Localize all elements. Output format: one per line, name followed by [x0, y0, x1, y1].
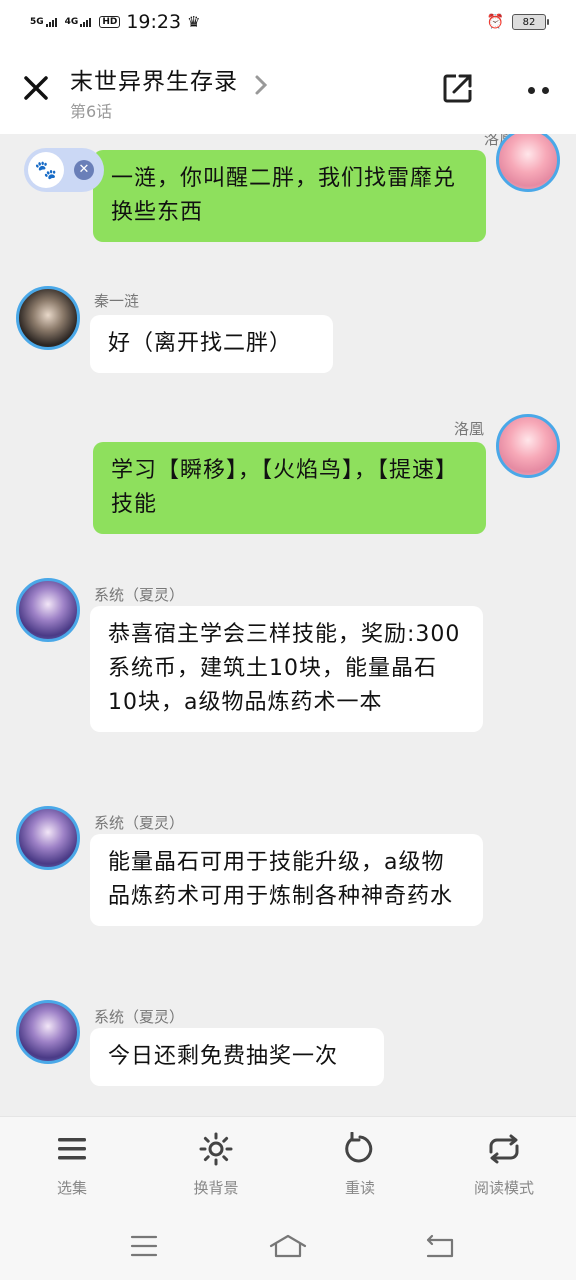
- status-bar: 5G 4G HD 19:23 ♛ ⏰ 82: [0, 0, 576, 44]
- paw-icon: 🐾: [28, 152, 64, 188]
- episode-label: 第6话: [70, 102, 113, 121]
- hd-badge: HD: [99, 16, 121, 28]
- signal-4g: 4G: [65, 17, 92, 27]
- sender-name: 洛凰: [453, 420, 484, 438]
- more-dot: [541, 86, 549, 94]
- sender-name: 秦一涟: [94, 292, 140, 310]
- app-header: 末世异界生存录 第6话: [0, 44, 576, 134]
- avatar[interactable]: [16, 286, 80, 350]
- message-bubble: 好（离开找二胖）: [90, 315, 333, 373]
- list-icon: [17, 1131, 127, 1167]
- menu-nav-button[interactable]: [124, 1226, 164, 1266]
- chat-message: 系统（夏灵） 今日还剩免费抽奖一次: [0, 1000, 576, 1100]
- loop-icon: [449, 1131, 559, 1167]
- avatar[interactable]: [16, 578, 80, 642]
- message-bubble: 一涟，你叫醒二胖，我们找雷靡兑换些东西: [93, 150, 486, 242]
- close-icon[interactable]: ✕: [74, 160, 94, 180]
- back-nav-button[interactable]: [420, 1226, 460, 1266]
- close-icon: [24, 76, 48, 100]
- battery-icon: 82: [512, 14, 549, 30]
- share-button[interactable]: [440, 70, 480, 110]
- crown-icon: ♛: [187, 13, 201, 31]
- avatar[interactable]: [16, 1000, 80, 1064]
- pet-widget[interactable]: 🐾 ✕: [24, 148, 104, 192]
- chat-area[interactable]: 洛凰 一涟，你叫醒二胖，我们找雷靡兑换些东西 🐾 ✕ 秦一涟 好（离开找二胖） …: [0, 134, 576, 1116]
- more-button[interactable]: [518, 70, 558, 110]
- share-icon: [443, 74, 472, 103]
- sender-name: 系统（夏灵）: [94, 1008, 185, 1026]
- change-background-button[interactable]: 换背景: [161, 1131, 271, 1198]
- message-bubble: 能量晶石可用于技能升级，a级物品炼药术可用于炼制各种神奇药水: [90, 834, 483, 926]
- sender-name: 系统（夏灵）: [94, 814, 185, 832]
- more-dot: [527, 86, 535, 94]
- signal-5g: 5G: [30, 17, 57, 27]
- message-bubble: 恭喜宿主学会三样技能，奖励:300系统币，建筑土10块，能量晶石10块，a级物品…: [90, 606, 483, 732]
- sun-icon: [161, 1131, 271, 1167]
- system-nav-bar: [0, 1212, 576, 1280]
- sender-name: 系统（夏灵）: [94, 586, 185, 604]
- chat-message: 系统（夏灵） 恭喜宿主学会三样技能，奖励:300系统币，建筑土10块，能量晶石1…: [0, 578, 576, 768]
- episodes-button[interactable]: 选集: [17, 1131, 127, 1198]
- message-bubble: 学习【瞬移】，【火焰鸟】，【提速】技能: [93, 442, 486, 534]
- chat-message: 秦一涟 好（离开找二胖）: [0, 286, 576, 386]
- message-bubble: 今日还剩免费抽奖一次: [90, 1028, 384, 1086]
- avatar[interactable]: [496, 134, 560, 192]
- avatar[interactable]: [496, 414, 560, 478]
- chat-message: 系统（夏灵） 能量晶石可用于技能升级，a级物品炼药术可用于炼制各种神奇药水: [0, 806, 576, 966]
- home-nav-button[interactable]: [268, 1226, 308, 1266]
- bottom-toolbar: 选集 换背景 重读 阅读模式: [0, 1116, 576, 1212]
- reading-mode-button[interactable]: 阅读模式: [449, 1131, 559, 1198]
- refresh-icon: [305, 1131, 415, 1167]
- chevron-right-icon[interactable]: [254, 74, 268, 102]
- close-button[interactable]: [18, 70, 54, 106]
- menu-icon: [130, 1235, 158, 1257]
- avatar[interactable]: [16, 806, 80, 870]
- story-title[interactable]: 末世异界生存录: [70, 62, 238, 96]
- back-icon: [426, 1234, 454, 1258]
- alarm-icon: ⏰: [486, 14, 504, 30]
- chat-message: 洛凰 一涟，你叫醒二胖，我们找雷靡兑换些东西 🐾 ✕: [0, 134, 576, 254]
- reread-button[interactable]: 重读: [305, 1131, 415, 1198]
- home-icon: [269, 1234, 307, 1258]
- chat-message: 洛凰 学习【瞬移】，【火焰鸟】，【提速】技能: [0, 412, 576, 542]
- clock: 19:23: [126, 11, 182, 33]
